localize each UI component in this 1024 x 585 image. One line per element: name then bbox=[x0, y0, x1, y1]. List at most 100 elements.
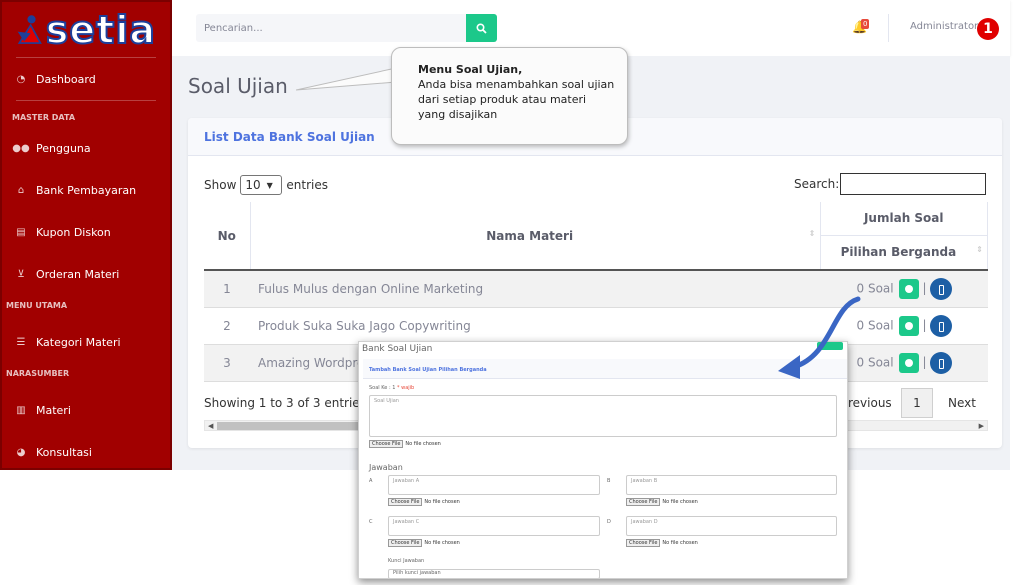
add-soal-button[interactable] bbox=[899, 352, 920, 373]
search-button[interactable] bbox=[466, 14, 497, 42]
page-title: Soal Ujian bbox=[188, 74, 288, 98]
pagination-previous[interactable]: revious bbox=[848, 396, 892, 410]
no-file-text: No file chosen bbox=[405, 441, 441, 447]
show-label: Show bbox=[204, 178, 237, 192]
info-button[interactable] bbox=[929, 277, 952, 300]
column-header-label: Nama Materi bbox=[486, 228, 574, 243]
sidebar-item-label: Kategori Materi bbox=[36, 335, 121, 349]
soal-file-input[interactable]: Choose File No file chosen bbox=[369, 440, 441, 448]
comments-icon: ◕ bbox=[16, 446, 26, 458]
choose-file-button[interactable]: Choose File bbox=[388, 498, 423, 506]
cell-no: 1 bbox=[204, 270, 250, 308]
cell-nama-materi: Produk Suka Suka Jago Copywriting bbox=[250, 307, 820, 345]
jawaban-a-file[interactable]: Choose File No file chosen bbox=[388, 498, 460, 506]
callout-title: Menu Soal Ujian, bbox=[418, 63, 523, 76]
sidebar-item-pengguna[interactable]: ●● Pengguna bbox=[2, 127, 170, 169]
soal-number: Soal Ke : 1 bbox=[369, 385, 396, 391]
cart-icon: ⊻ bbox=[17, 268, 25, 280]
jawaban-a-input[interactable]: Jawaban A bbox=[388, 475, 600, 495]
info-button[interactable] bbox=[929, 314, 952, 337]
soal-textarea[interactable]: Soal Ujian bbox=[369, 395, 837, 437]
sidebar: setia ◔ Dashboard MASTER DATA ●● Penggun… bbox=[0, 0, 172, 470]
callout-body: Anda bisa menambahkan soal ujian dari se… bbox=[418, 78, 615, 121]
sidebar-item-orderan-materi[interactable]: ⊻ Orderan Materi bbox=[2, 253, 170, 295]
sidebar-item-label: Materi bbox=[36, 403, 71, 417]
column-header-label: Pilihan Berganda bbox=[840, 245, 957, 260]
app-root: setia ◔ Dashboard MASTER DATA ●● Penggun… bbox=[0, 0, 1024, 585]
avatar[interactable]: 1 bbox=[977, 18, 999, 40]
sidebar-item-kategori-materi[interactable]: ☰ Kategori Materi bbox=[2, 321, 170, 363]
no-file-text: No file chosen bbox=[424, 540, 460, 546]
sidebar-section-utama: MENU UTAMA bbox=[6, 300, 68, 310]
scroll-right-icon[interactable]: ▶ bbox=[979, 422, 984, 430]
sidebar-item-label: Dashboard bbox=[36, 72, 96, 86]
separator: | bbox=[922, 281, 927, 296]
sort-icon: ⇕ bbox=[808, 228, 816, 238]
column-header-pilihan-berganda[interactable]: Pilihan Berganda ⇕ bbox=[820, 235, 988, 271]
column-header-no[interactable]: No bbox=[204, 202, 251, 271]
form-preview-title: Bank Soal Ujian bbox=[362, 344, 433, 354]
user-name[interactable]: Administrator bbox=[910, 21, 978, 32]
sidebar-item-label: Bank Pembayaran bbox=[36, 183, 137, 197]
scroll-left-icon[interactable]: ◀ bbox=[208, 422, 213, 430]
jawaban-c-input[interactable]: Jawaban C bbox=[388, 516, 600, 536]
search-icon bbox=[476, 22, 487, 34]
chevron-down-icon: ▼ bbox=[266, 180, 273, 190]
sidebar-item-kupon-diskon[interactable]: ▤ Kupon Diskon bbox=[2, 211, 170, 253]
pointer-arrow-icon bbox=[778, 296, 861, 379]
required-mark: * wajib bbox=[397, 385, 415, 391]
notification-badge: 0 bbox=[861, 19, 870, 29]
entries-label: entries bbox=[286, 178, 328, 192]
sidebar-item-label: Orderan Materi bbox=[36, 267, 120, 281]
sidebar-section-narasumber: NARASUMBER bbox=[6, 368, 70, 378]
choose-file-button[interactable]: Choose File bbox=[369, 440, 404, 448]
info-button[interactable] bbox=[929, 351, 952, 374]
users-icon: ●● bbox=[12, 142, 30, 154]
add-soal-button[interactable] bbox=[899, 315, 920, 336]
callout-pointer bbox=[296, 67, 397, 91]
choose-file-button[interactable]: Choose File bbox=[626, 539, 661, 547]
table-search-label: Search: bbox=[794, 177, 840, 191]
option-key: D bbox=[607, 519, 611, 525]
jawaban-b-input[interactable]: Jawaban B bbox=[626, 475, 837, 495]
jawaban-d-file[interactable]: Choose File No file chosen bbox=[626, 539, 698, 547]
entries-select[interactable]: 10 ▼ bbox=[240, 175, 283, 195]
entries-value: 10 bbox=[245, 178, 261, 192]
sidebar-item-dashboard[interactable]: ◔ Dashboard bbox=[2, 58, 170, 100]
sidebar-item-materi[interactable]: ▥ Materi bbox=[2, 389, 170, 431]
no-file-text: No file chosen bbox=[662, 540, 698, 546]
sidebar-item-konsultasi[interactable]: ◕ Konsultasi bbox=[2, 431, 170, 473]
option-key: A bbox=[369, 478, 373, 484]
no-file-text: No file chosen bbox=[424, 499, 460, 505]
cell-no: 3 bbox=[204, 344, 250, 382]
sidebar-item-label: Kupon Diskon bbox=[36, 225, 111, 239]
separator: | bbox=[922, 355, 927, 369]
search-input[interactable]: Pencarian... bbox=[196, 14, 468, 42]
pagination-page-1[interactable]: 1 bbox=[901, 388, 933, 418]
bank-icon: ⌂ bbox=[17, 184, 25, 196]
brand-logo[interactable]: setia bbox=[16, 2, 156, 58]
table-search-input[interactable] bbox=[840, 173, 986, 195]
sidebar-item-label: Konsultasi bbox=[36, 445, 92, 459]
kunci-jawaban-label: Kunci Jawaban bbox=[388, 558, 425, 564]
divider bbox=[16, 100, 156, 101]
sidebar-section-master: MASTER DATA bbox=[12, 112, 76, 122]
choose-file-button[interactable]: Choose File bbox=[626, 498, 661, 506]
jawaban-b-file[interactable]: Choose File No file chosen bbox=[626, 498, 698, 506]
tutorial-callout: Menu Soal Ujian, Anda bisa menambahkan s… bbox=[391, 47, 628, 145]
jawaban-heading: Jawaban bbox=[369, 463, 403, 472]
entries-length: Show 10 ▼ entries bbox=[204, 175, 328, 195]
option-key: B bbox=[607, 478, 611, 484]
pagination-next[interactable]: Next bbox=[948, 396, 976, 410]
no-file-text: No file chosen bbox=[662, 499, 698, 505]
add-soal-button[interactable] bbox=[899, 278, 920, 299]
jawaban-c-file[interactable]: Choose File No file chosen bbox=[388, 539, 460, 547]
sort-icon: ⇕ bbox=[976, 245, 983, 255]
sidebar-item-bank-pembayaran[interactable]: ⌂ Bank Pembayaran bbox=[2, 169, 170, 211]
choose-file-button[interactable]: Choose File bbox=[388, 539, 423, 547]
divider bbox=[888, 14, 889, 42]
kunci-jawaban-select[interactable]: Pilih kunci jawaban bbox=[388, 569, 600, 578]
logo-mark-icon bbox=[17, 14, 42, 44]
jawaban-d-input[interactable]: Jawaban D bbox=[626, 516, 837, 536]
column-header-nama-materi[interactable]: Nama Materi ⇕ bbox=[250, 202, 821, 271]
